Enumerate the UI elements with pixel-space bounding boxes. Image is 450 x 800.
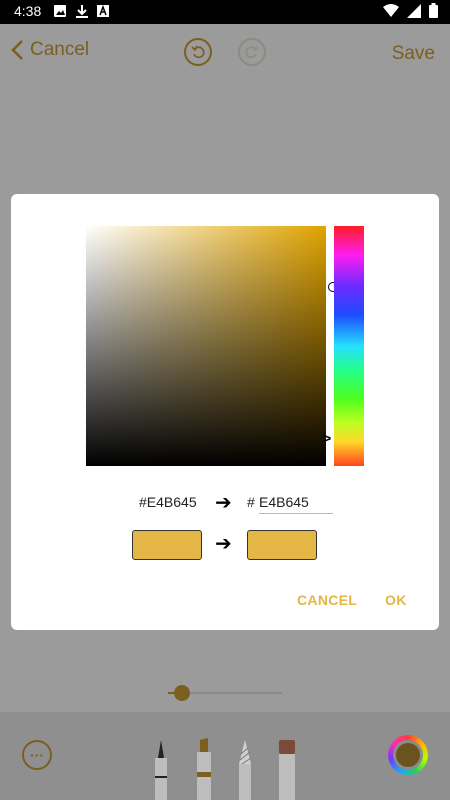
dialog-cancel-button[interactable]: CANCEL <box>297 592 357 608</box>
a-icon <box>97 5 109 17</box>
color-picker-dialog: > #E4B645 ➔ # ➔ CANCEL OK <box>11 194 439 630</box>
battery-icon <box>429 3 438 18</box>
current-color-dot <box>396 743 420 767</box>
wifi-icon <box>383 4 399 17</box>
new-color-swatch <box>247 530 317 560</box>
download-icon <box>76 5 88 18</box>
redo-icon <box>245 45 259 59</box>
clock-time: 4:38 <box>14 3 42 19</box>
color-picker-button[interactable] <box>388 735 428 775</box>
signal-icon <box>407 3 421 18</box>
more-options-button[interactable]: ··· <box>22 740 52 770</box>
new-hex-input[interactable] <box>259 490 333 514</box>
redo-button[interactable] <box>238 38 266 66</box>
hue-slider[interactable] <box>334 226 364 466</box>
undo-button[interactable] <box>184 38 212 66</box>
hex-arrow-icon: ➔ <box>215 492 232 514</box>
chevron-left-icon <box>11 40 23 60</box>
toolbar-cancel-button[interactable]: Cancel <box>10 39 89 61</box>
bottom-toolbar <box>0 712 450 800</box>
eraser-tool-icon[interactable] <box>278 738 296 800</box>
hue-cursor-icon[interactable]: > <box>323 430 331 446</box>
cancel-label: Cancel <box>30 39 90 60</box>
swatch-arrow-icon: ➔ <box>215 533 232 555</box>
marker-tool-icon[interactable] <box>194 738 212 800</box>
app-toolbar: Cancel Save <box>0 24 450 82</box>
save-button[interactable]: Save <box>392 43 435 65</box>
pencil-tool-icon[interactable] <box>236 738 254 800</box>
dialog-ok-button[interactable]: OK <box>385 592 407 608</box>
hex-hash-label: # <box>247 494 255 510</box>
status-bar: 4:38 <box>0 0 450 24</box>
more-label: ··· <box>30 747 44 763</box>
stroke-size-thumb[interactable] <box>174 685 190 701</box>
image-icon <box>54 5 66 17</box>
color-ring-inner <box>393 740 423 770</box>
old-hex-value: #E4B645 <box>139 494 197 510</box>
saturation-value-picker[interactable] <box>86 226 338 466</box>
undo-icon <box>191 45 205 59</box>
pen-tool-icon[interactable] <box>152 738 170 800</box>
old-color-swatch <box>132 530 202 560</box>
